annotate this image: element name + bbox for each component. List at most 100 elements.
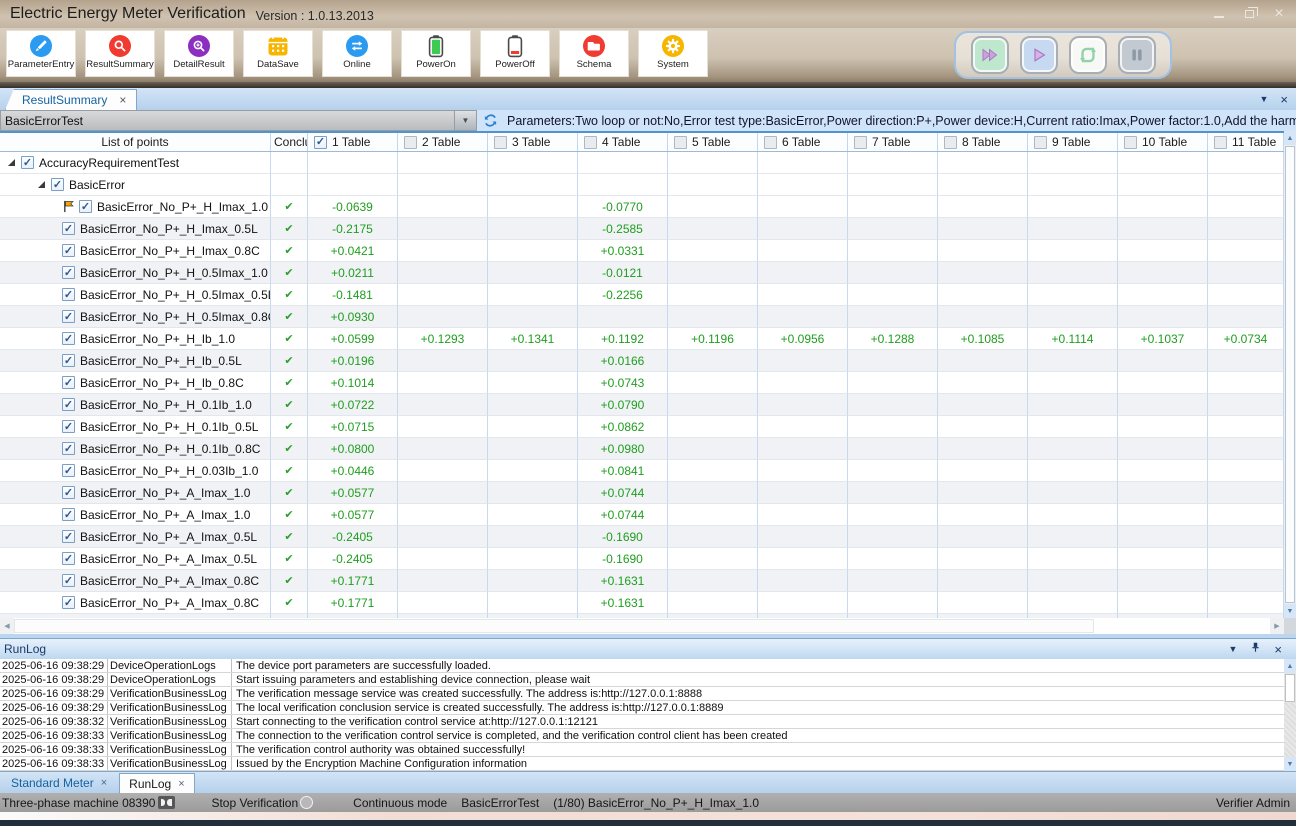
scroll-up-icon[interactable]: ▲ <box>1284 131 1296 145</box>
point-checkbox[interactable] <box>62 288 75 301</box>
runlog-scrollbar-thumb[interactable] <box>1285 674 1295 702</box>
runlog-scroll-up-icon[interactable]: ▲ <box>1284 659 1296 673</box>
bottom-tab-standard-meter[interactable]: Standard Meter× <box>2 773 116 793</box>
scroll-right-icon[interactable]: ▶ <box>1270 618 1284 634</box>
point-row[interactable]: BasicError_No_P+_A_Imax_1.0✔+0.0577+0.07… <box>0 504 1296 526</box>
runlog-vertical-scrollbar[interactable]: ▲ ▼ <box>1284 659 1296 771</box>
expander-icon[interactable] <box>8 159 15 166</box>
toolbar-button-datasave[interactable]: DataSave <box>243 30 313 77</box>
loop-button[interactable] <box>1069 36 1107 74</box>
table-column-checkbox[interactable] <box>404 136 417 149</box>
table-column-checkbox[interactable] <box>674 136 687 149</box>
minimize-button[interactable] <box>1210 6 1228 21</box>
toolbar-button-detailresult[interactable]: DetailResult <box>164 30 234 77</box>
point-checkbox[interactable] <box>62 420 75 433</box>
stop-verification-toggle[interactable] <box>300 796 313 809</box>
toolbar-button-poweroff[interactable]: PowerOff <box>480 30 550 77</box>
pin-icon[interactable] <box>1250 642 1261 656</box>
runlog-close-icon[interactable]: × <box>1274 642 1282 657</box>
point-checkbox[interactable] <box>62 332 75 345</box>
point-checkbox[interactable] <box>62 442 75 455</box>
toolbar-button-online[interactable]: Online <box>322 30 392 77</box>
log-row[interactable]: 2025-06-16 09:38:33VerificationBusinessL… <box>0 729 1284 743</box>
toolbar-button-poweron[interactable]: PowerOn <box>401 30 471 77</box>
table-column-checkbox[interactable] <box>944 136 957 149</box>
point-row[interactable]: BasicError_No_P+_H_0.1Ib_0.8C✔+0.0800+0.… <box>0 438 1296 460</box>
log-row[interactable]: 2025-06-16 09:38:33VerificationBusinessL… <box>0 743 1284 757</box>
runlog-scrollbar-track[interactable] <box>1284 703 1296 757</box>
play-button[interactable] <box>1020 36 1058 74</box>
point-row[interactable]: BasicError_No_P+_H_Ib_1.0✔+0.0599+0.1293… <box>0 328 1296 350</box>
tab-resultsummary[interactable]: ResultSummary × <box>5 89 137 110</box>
point-checkbox[interactable] <box>62 354 75 367</box>
point-checkbox[interactable] <box>62 530 75 543</box>
table-column-checkbox[interactable] <box>1124 136 1137 149</box>
point-row[interactable]: BasicError_No_P+_H_Imax_0.5L✔-0.2175-0.2… <box>0 218 1296 240</box>
point-row[interactable]: BasicError_No_P+_H_0.5Imax_0.5L✔-0.1481-… <box>0 284 1296 306</box>
grid-vertical-scrollbar[interactable]: ▲ ▼ <box>1284 131 1296 618</box>
point-checkbox[interactable] <box>62 398 75 411</box>
toolbar-button-parameterentry[interactable]: ParameterEntry <box>6 30 76 77</box>
tab-close-icon[interactable]: × <box>119 93 126 107</box>
log-row[interactable]: 2025-06-16 09:38:29VerificationBusinessL… <box>0 687 1284 701</box>
point-row[interactable]: BasicError_No_P+_H_0.1Ib_0.5L✔+0.0715+0.… <box>0 416 1296 438</box>
point-checkbox[interactable] <box>62 222 75 235</box>
toolbar-button-resultsummary[interactable]: ResultSummary <box>85 30 155 77</box>
tabstrip-close-icon[interactable]: × <box>1280 92 1288 107</box>
refresh-icon[interactable] <box>477 110 503 131</box>
table-column-checkbox[interactable] <box>1034 136 1047 149</box>
bottom-tab-close-icon[interactable]: × <box>178 778 184 790</box>
point-checkbox[interactable] <box>62 376 75 389</box>
point-checkbox[interactable] <box>62 486 75 499</box>
log-row[interactable]: 2025-06-16 09:38:29DeviceOperationLogsTh… <box>0 659 1284 673</box>
test-selector-dropdown[interactable]: BasicErrorTest ▼ <box>0 110 477 131</box>
hscroll-thumb[interactable] <box>14 619 1094 633</box>
point-row[interactable]: BasicError_No_P+_A_Imax_0.8C✔+0.1771+0.1… <box>0 570 1296 592</box>
pause-button[interactable] <box>1118 36 1156 74</box>
bottom-tab-close-icon[interactable]: × <box>101 777 107 789</box>
point-checkbox[interactable] <box>62 574 75 587</box>
point-checkbox[interactable] <box>62 596 75 609</box>
tree-group-row[interactable]: AccuracyRequirementTest <box>0 152 1296 174</box>
table-column-checkbox[interactable] <box>764 136 777 149</box>
point-row[interactable]: BasicError_No_P+_H_Ib_0.8C✔+0.1014+0.074… <box>0 372 1296 394</box>
table-column-checkbox[interactable] <box>314 136 327 149</box>
toolbar-button-system[interactable]: System <box>638 30 708 77</box>
scroll-left-icon[interactable]: ◀ <box>0 618 14 634</box>
runlog-scroll-down-icon[interactable]: ▼ <box>1284 757 1296 771</box>
point-row[interactable]: BasicError_No_P+_H_Imax_0.8C✔+0.0421+0.0… <box>0 240 1296 262</box>
hscroll-track[interactable] <box>14 618 1270 634</box>
point-row[interactable]: BasicError_No_P+_H_0.03Ib_1.0✔+0.0446+0.… <box>0 460 1296 482</box>
point-row[interactable]: BasicError_No_P+_H_0.1Ib_1.0✔+0.0722+0.0… <box>0 394 1296 416</box>
point-row[interactable]: BasicError_No_P+_H_0.5Imax_1.0✔+0.0211-0… <box>0 262 1296 284</box>
point-row[interactable]: BasicError_No_P+_A_Imax_0.5L✔-0.2405-0.1… <box>0 526 1296 548</box>
table-column-checkbox[interactable] <box>1214 136 1227 149</box>
table-column-checkbox[interactable] <box>494 136 507 149</box>
point-row[interactable]: BasicError_No_P+_A_Imax_1.0✔+0.0577+0.07… <box>0 482 1296 504</box>
point-checkbox[interactable] <box>62 244 75 257</box>
toolbar-button-schema[interactable]: Schema <box>559 30 629 77</box>
tree-group-row[interactable]: BasicError <box>0 174 1296 196</box>
scrollbar-thumb[interactable] <box>1285 146 1295 603</box>
point-checkbox[interactable] <box>62 464 75 477</box>
runlog-dropdown-icon[interactable]: ▼ <box>1228 644 1237 654</box>
point-checkbox[interactable] <box>79 200 92 213</box>
node-checkbox[interactable] <box>21 156 34 169</box>
point-checkbox[interactable] <box>62 310 75 323</box>
close-button[interactable]: × <box>1270 6 1288 21</box>
log-row[interactable]: 2025-06-16 09:38:33VerificationBusinessL… <box>0 757 1284 771</box>
bottom-tab-runlog[interactable]: RunLog× <box>119 773 194 793</box>
maximize-button[interactable] <box>1240 6 1258 21</box>
fast-forward-button[interactable] <box>971 36 1009 74</box>
point-checkbox[interactable] <box>62 508 75 521</box>
point-row[interactable]: BasicError_No_P+_H_Ib_0.5L✔+0.0196+0.016… <box>0 350 1296 372</box>
point-row[interactable]: BasicError_No_P+_H_Imax_1.0✔-0.0639-0.07… <box>0 196 1296 218</box>
expander-icon[interactable] <box>38 181 45 188</box>
point-row[interactable]: BasicError_No_P+_A_Imax_0.5L✔-0.2405-0.1… <box>0 548 1296 570</box>
scroll-down-icon[interactable]: ▼ <box>1284 604 1296 618</box>
log-row[interactable]: 2025-06-16 09:38:32VerificationBusinessL… <box>0 715 1284 729</box>
log-row[interactable]: 2025-06-16 09:38:29VerificationBusinessL… <box>0 701 1284 715</box>
dropdown-arrow-icon[interactable]: ▼ <box>454 111 476 130</box>
table-column-checkbox[interactable] <box>854 136 867 149</box>
point-row[interactable]: BasicError_No_P+_A_Imax_0.8C✔+0.1771+0.1… <box>0 592 1296 614</box>
